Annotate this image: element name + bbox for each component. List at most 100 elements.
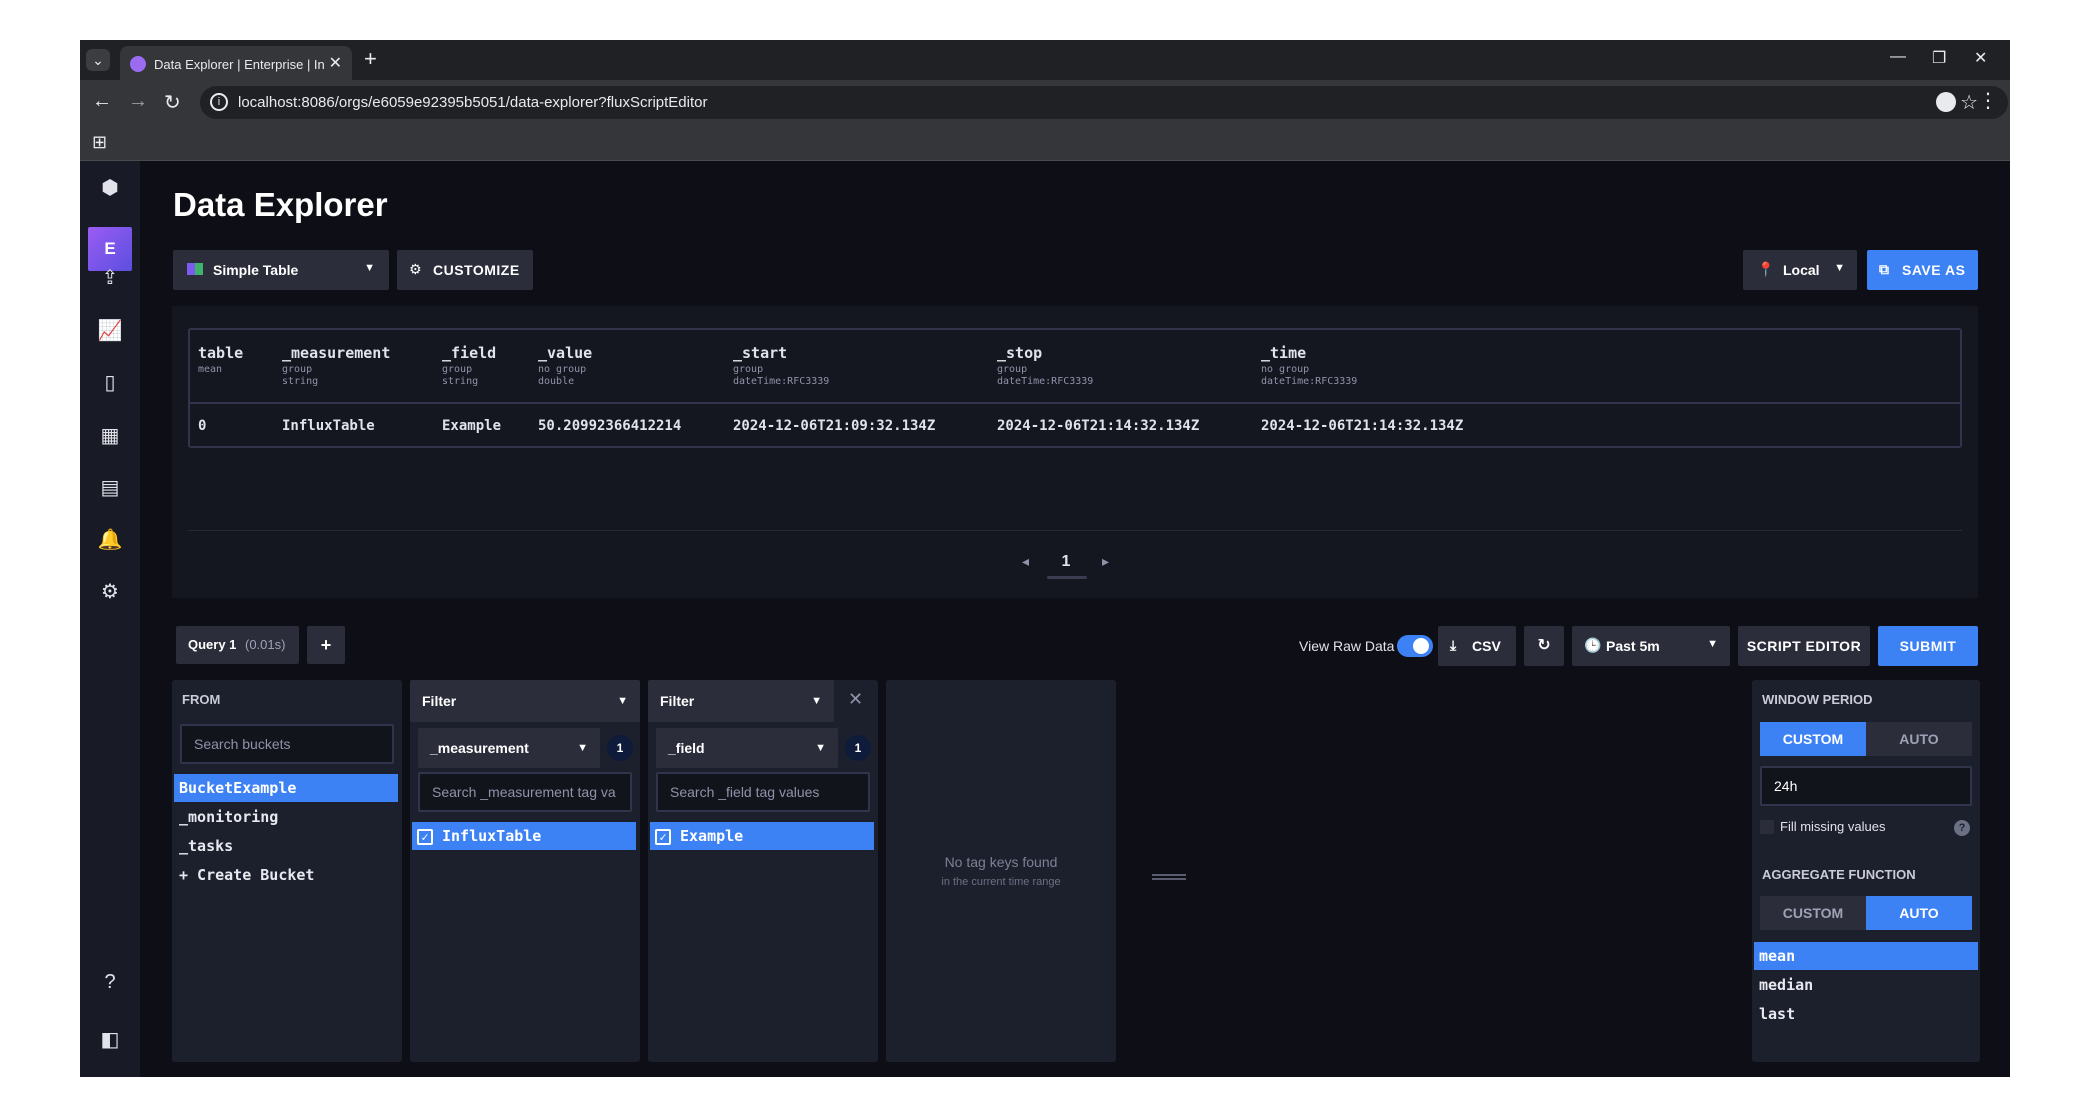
tag-key-dropdown[interactable]: _measurement ▼ [418, 728, 600, 768]
profile-icon[interactable] [1936, 92, 1956, 112]
tab-title: Data Explorer | Enterprise | Influ [154, 57, 324, 72]
column-type-label: dateTime:RFC3339 [1261, 376, 1358, 387]
save-as-button[interactable]: ⧉ SAVE AS [1867, 250, 1978, 290]
back-icon[interactable]: ← [92, 90, 112, 113]
viz-type-dropdown[interactable]: Simple Table ▼ [173, 250, 389, 290]
column-group-label: group [733, 364, 764, 375]
bucket-item[interactable]: BucketExample [174, 774, 398, 802]
gear-icon: ⚙ [409, 261, 422, 277]
page-number[interactable]: 1 [1056, 553, 1076, 571]
minimize-icon[interactable]: — [1890, 48, 1906, 66]
column-group-label: group [282, 364, 313, 375]
collapse-nav-icon[interactable]: ◧ [95, 1025, 125, 1055]
fill-missing-checkbox[interactable] [1760, 820, 1774, 834]
results-panel: table mean _measurement group string _field gr… [172, 306, 1978, 880]
csv-download-button[interactable]: ⤓ CSV [1438, 626, 1516, 666]
prev-page-icon[interactable]: ◂ [1022, 553, 1029, 570]
pin-icon: 📍 [1757, 261, 1775, 277]
apps-grid-icon[interactable]: ⊞ [92, 132, 107, 153]
new-tab-icon[interactable]: + [364, 46, 377, 72]
resize-handle[interactable] [1152, 874, 1186, 880]
load-data-icon[interactable]: ⇪ [95, 263, 125, 293]
tab-search-chevron-icon[interactable]: ⌄ [86, 49, 110, 71]
aggregate-function-item[interactable]: last [1754, 1000, 1978, 1028]
browser-menu-icon[interactable]: ⋮ [1978, 88, 1998, 113]
address-bar[interactable]: i localhost:8086/orgs/e6059e92395b5051/d… [200, 86, 2008, 119]
aggregate-custom-button[interactable]: CUSTOM [1760, 896, 1866, 930]
submit-button[interactable]: SUBMIT [1878, 626, 1978, 666]
tasks-icon[interactable]: ▤ [95, 473, 125, 503]
column-group-label: mean [198, 364, 223, 375]
browser-tab[interactable]: Data Explorer | Enterprise | Influ ✕ [120, 46, 352, 80]
alerts-bell-icon[interactable]: 🔔 [95, 525, 125, 555]
close-window-icon[interactable]: ✕ [1974, 48, 1987, 68]
filter-function-dropdown[interactable]: Filter ▼ [648, 680, 834, 722]
fill-missing-label: Fill missing values [1780, 819, 1886, 834]
close-tab-icon[interactable]: ✕ [329, 53, 342, 73]
selected-count-badge: 1 [607, 735, 633, 761]
restore-icon[interactable]: ❐ [1932, 48, 1946, 68]
notebooks-icon[interactable]: ▯ [95, 368, 125, 398]
filter-function-dropdown[interactable]: Filter ▼ [410, 680, 640, 722]
refresh-icon[interactable]: ↻ [1524, 626, 1564, 666]
close-filter-icon[interactable]: ✕ [848, 689, 863, 710]
bucket-item[interactable]: _tasks [174, 832, 398, 860]
csv-label: CSV [1472, 638, 1501, 654]
settings-gear-icon[interactable]: ⚙ [95, 577, 125, 607]
next-page-icon[interactable]: ▸ [1102, 553, 1109, 570]
tag-key-label: _measurement [430, 740, 529, 756]
tag-value-label: InfluxTable [442, 827, 542, 845]
tag-value-item[interactable]: ✓ Example [650, 822, 874, 850]
url-text[interactable]: localhost:8086/orgs/e6059e92395b5051/dat… [238, 94, 708, 111]
table-cell: 2024-12-06T21:14:32.134Z [997, 418, 1200, 434]
customize-label: CUSTOMIZE [433, 262, 520, 278]
column-header[interactable]: _start [733, 344, 787, 362]
reload-icon[interactable]: ↻ [164, 90, 181, 115]
search-buckets-input[interactable]: Search buckets [180, 724, 394, 764]
view-raw-toggle[interactable] [1397, 635, 1441, 657]
tab-query-1[interactable]: Query 1 (0.01s) [176, 626, 299, 664]
add-query-button[interactable]: + [307, 626, 345, 664]
influxdb-logo-icon[interactable]: ⬢ [95, 173, 125, 203]
search-tag-values-input[interactable]: Search _measurement tag va [418, 772, 632, 812]
table-cell: 2024-12-06T21:14:32.134Z [1261, 418, 1464, 434]
column-type-label: dateTime:RFC3339 [733, 376, 830, 387]
bookmark-star-icon[interactable]: ☆ [1960, 90, 1978, 115]
column-header[interactable]: _measurement [282, 344, 390, 362]
column-header[interactable]: table [198, 344, 243, 362]
column-header[interactable]: _field [442, 344, 496, 362]
checkbox-checked-icon: ✓ [417, 829, 433, 845]
column-group-label: group [997, 364, 1028, 375]
window-auto-button[interactable]: AUTO [1866, 722, 1972, 756]
page-indicator [1047, 576, 1087, 579]
customize-button[interactable]: ⚙ CUSTOMIZE [397, 250, 533, 290]
time-range-dropdown[interactable]: 🕒 Past 5m ▼ [1572, 626, 1730, 666]
tag-key-dropdown[interactable]: _field ▼ [656, 728, 838, 768]
forward-icon[interactable]: → [128, 90, 148, 113]
table-viz-icon [187, 263, 203, 275]
time-range-label: Past 5m [1606, 638, 1660, 654]
site-info-icon[interactable]: i [210, 93, 228, 111]
window-custom-button[interactable]: CUSTOM [1760, 722, 1866, 756]
aggregate-function-item[interactable]: mean [1754, 942, 1978, 970]
column-header[interactable]: _stop [997, 344, 1042, 362]
bucket-item[interactable]: _monitoring [174, 803, 398, 831]
chevron-down-icon: ▼ [577, 742, 588, 754]
influxdb-favicon-icon [130, 56, 146, 72]
window-period-input[interactable]: 24h [1760, 766, 1972, 806]
aggregate-auto-button[interactable]: AUTO [1866, 896, 1972, 930]
column-header[interactable]: _time [1261, 344, 1306, 362]
filter-card-2: Filter ▼ ✕ _field ▼ 1 Search _field tag … [648, 680, 878, 1062]
dashboards-icon[interactable]: ▦ [95, 421, 125, 451]
help-icon[interactable]: ? [95, 967, 125, 997]
script-editor-button[interactable]: SCRIPT EDITOR [1738, 626, 1870, 666]
bucket-item[interactable]: + Create Bucket [174, 861, 398, 889]
tag-value-item[interactable]: ✓ InfluxTable [412, 822, 636, 850]
timezone-dropdown[interactable]: 📍 Local ▼ [1743, 250, 1857, 290]
search-tag-values-input[interactable]: Search _field tag values [656, 772, 870, 812]
help-icon[interactable]: ? [1954, 820, 1970, 836]
data-explorer-icon[interactable]: 📈 [95, 316, 125, 346]
aggregate-function-item[interactable]: median [1754, 971, 1978, 999]
chevron-down-icon: ▼ [364, 262, 375, 274]
column-header[interactable]: _value [538, 344, 592, 362]
